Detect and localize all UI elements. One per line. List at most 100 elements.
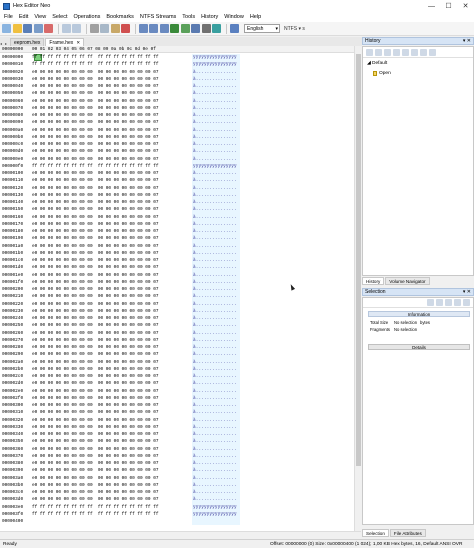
history-undo-icon[interactable] [384, 48, 391, 56]
hex-row[interactable]: 00000240 e0 00 00 00 00 00 00 00 00 00 00… [0, 315, 354, 323]
hex-row[interactable]: 00000120 e0 00 00 00 00 00 00 00 00 00 00… [0, 184, 354, 192]
row-ascii[interactable]: à............... [193, 207, 237, 212]
hex-row[interactable]: 00000140 e0 00 00 00 00 00 00 00 00 00 00… [0, 199, 354, 207]
row-ascii[interactable]: à............... [193, 403, 237, 408]
row-hex-bytes[interactable]: e0 00 00 00 00 00 00 00 00 00 00 00 00 0… [32, 490, 190, 495]
hex-row[interactable]: 000002c0 e0 00 00 00 00 00 00 00 00 00 00… [0, 373, 354, 381]
row-hex-bytes[interactable]: e0 00 00 00 00 00 00 00 00 00 00 00 00 0… [32, 251, 190, 256]
row-hex-bytes[interactable]: e0 00 00 00 00 00 00 00 00 00 00 00 00 0… [32, 258, 190, 263]
row-ascii[interactable]: à............... [193, 113, 237, 118]
hex-row[interactable]: 00000060 e0 00 00 00 00 00 00 00 00 00 00… [0, 97, 354, 105]
row-ascii[interactable]: à............... [193, 490, 237, 495]
hex-row[interactable]: 00000100 e0 00 00 00 00 00 00 00 00 00 00… [0, 170, 354, 178]
hex-row[interactable]: 00000070 e0 00 00 00 00 00 00 00 00 00 00… [0, 104, 354, 112]
select-block-icon[interactable] [180, 24, 190, 33]
row-hex-bytes[interactable]: ff ff ff ff ff ff ff ff ff ff ff ff ff f… [32, 512, 190, 517]
row-ascii[interactable]: à............... [193, 258, 237, 263]
hex-row[interactable]: 000002e0 e0 00 00 00 00 00 00 00 00 00 00… [0, 387, 354, 395]
row-ascii[interactable]: à............... [193, 374, 237, 379]
row-hex-bytes[interactable]: e0 00 00 00 00 00 00 00 00 00 00 00 00 0… [32, 215, 190, 220]
row-ascii[interactable]: à............... [193, 447, 237, 452]
row-hex-bytes[interactable]: e0 00 00 00 00 00 00 00 00 00 00 00 00 0… [32, 316, 190, 321]
undo-icon[interactable] [61, 24, 71, 33]
tab-volume-navigator[interactable]: Volume Navigator [385, 277, 430, 285]
menu-tools[interactable]: Tools [182, 14, 195, 20]
hex-row[interactable]: 00000330 e0 00 00 00 00 00 00 00 00 00 00… [0, 423, 354, 431]
row-hex-bytes[interactable]: e0 00 00 00 00 00 00 00 00 00 00 00 00 0… [32, 236, 190, 241]
hex-row[interactable]: 000000d0 e0 00 00 00 00 00 00 00 00 00 00… [0, 148, 354, 156]
row-hex-bytes[interactable]: e0 00 00 00 00 00 00 00 00 00 00 00 00 0… [32, 367, 190, 372]
hex-row[interactable]: 000001e0 e0 00 00 00 00 00 00 00 00 00 00… [0, 271, 354, 279]
row-ascii[interactable]: à............... [193, 418, 237, 423]
ntfs-streams-dropdown[interactable]: NTFS ▾ s [284, 26, 305, 32]
row-hex-bytes[interactable]: e0 00 00 00 00 00 00 00 00 00 00 00 00 0… [32, 171, 190, 176]
row-ascii[interactable]: à............... [193, 316, 237, 321]
hex-row[interactable]: 00000180 e0 00 00 00 00 00 00 00 00 00 00… [0, 228, 354, 236]
hex-row[interactable]: 00000080 e0 00 00 00 00 00 00 00 00 00 00… [0, 112, 354, 120]
row-hex-bytes[interactable]: e0 00 00 00 00 00 00 00 00 00 00 00 00 0… [32, 331, 190, 336]
row-ascii[interactable]: à............... [193, 193, 237, 198]
history-options-icon[interactable] [429, 48, 436, 56]
hex-row[interactable]: 00000170 e0 00 00 00 00 00 00 00 00 00 00… [0, 220, 354, 228]
hex-row[interactable]: 00000110 e0 00 00 00 00 00 00 00 00 00 00… [0, 177, 354, 185]
row-ascii[interactable]: ÿÿÿÿÿÿÿÿÿÿÿÿÿÿÿÿ [193, 512, 237, 517]
hex-row[interactable]: 00000360 e0 00 00 00 00 00 00 00 00 00 00… [0, 445, 354, 453]
row-hex-bytes[interactable]: e0 00 00 00 00 00 00 00 00 00 00 00 00 0… [32, 294, 190, 299]
row-hex-bytes[interactable]: e0 00 00 00 00 00 00 00 00 00 00 00 00 0… [32, 222, 190, 227]
hex-row[interactable]: 000000e0 e0 00 00 00 00 00 00 00 00 00 00… [0, 155, 354, 163]
history-forward-icon[interactable] [375, 48, 382, 56]
hex-row[interactable]: 00000150 e0 00 00 00 00 00 00 00 00 00 00… [0, 206, 354, 214]
row-ascii[interactable]: à............... [193, 128, 237, 133]
row-hex-bytes[interactable]: e0 00 00 00 00 00 00 00 00 00 00 00 00 0… [32, 186, 190, 191]
row-hex-bytes[interactable]: e0 00 00 00 00 00 00 00 00 00 00 00 00 0… [32, 461, 190, 466]
hex-row[interactable]: 00000390 e0 00 00 00 00 00 00 00 00 00 00… [0, 467, 354, 475]
hex-row[interactable]: 000001c0 e0 00 00 00 00 00 00 00 00 00 00… [0, 257, 354, 265]
hex-row[interactable]: 00000000 ff ff ff ff ff ff ff ff ff ff ff… [0, 54, 354, 62]
row-hex-bytes[interactable]: e0 00 00 00 00 00 00 00 00 00 00 00 00 0… [32, 84, 190, 89]
menu-window[interactable]: Window [224, 14, 244, 20]
tab-file-attributes[interactable]: File Attributes [389, 529, 426, 537]
row-ascii[interactable]: à............... [193, 236, 237, 241]
hex-row[interactable]: 00000320 e0 00 00 00 00 00 00 00 00 00 00… [0, 416, 354, 424]
row-hex-bytes[interactable]: e0 00 00 00 00 00 00 00 00 00 00 00 00 0… [32, 352, 190, 357]
hex-row[interactable]: 00000090 e0 00 00 00 00 00 00 00 00 00 00… [0, 119, 354, 127]
row-ascii[interactable]: à............... [193, 84, 237, 89]
row-ascii[interactable]: à............... [193, 352, 237, 357]
panel-pin-close-icon[interactable]: ▾ ✕ [463, 289, 471, 295]
row-hex-bytes[interactable]: e0 00 00 00 00 00 00 00 00 00 00 00 00 0… [32, 287, 190, 292]
menu-view[interactable]: View [34, 14, 46, 20]
encoding-select[interactable]: English [244, 24, 280, 33]
information-header[interactable]: Information [368, 311, 470, 317]
row-ascii[interactable]: à............... [193, 70, 237, 75]
row-hex-bytes[interactable]: e0 00 00 00 00 00 00 00 00 00 00 00 00 0… [32, 418, 190, 423]
row-hex-bytes[interactable]: e0 00 00 00 00 00 00 00 00 00 00 00 00 0… [32, 302, 190, 307]
bookmark-icon[interactable] [201, 24, 211, 33]
row-ascii[interactable]: ÿÿÿÿÿÿÿÿÿÿÿÿÿÿÿÿ [193, 62, 237, 67]
select-invert-icon[interactable] [436, 299, 443, 306]
row-hex-bytes[interactable]: e0 00 00 00 00 00 00 00 00 00 00 00 00 0… [32, 309, 190, 314]
history-back-icon[interactable] [366, 48, 373, 56]
row-ascii[interactable]: ÿÿÿÿÿÿÿÿÿÿÿÿÿÿÿÿ [193, 505, 237, 510]
hex-row[interactable]: 00000190 e0 00 00 00 00 00 00 00 00 00 00… [0, 235, 354, 243]
row-hex-bytes[interactable]: e0 00 00 00 00 00 00 00 00 00 00 00 00 0… [32, 454, 190, 459]
tab-history[interactable]: History [362, 277, 385, 285]
open-folder-icon[interactable] [12, 24, 22, 33]
history-root-item[interactable]: ◢ Default [367, 61, 387, 66]
row-ascii[interactable]: à............... [193, 461, 237, 466]
hex-row[interactable]: 00000030 e0 00 00 00 00 00 00 00 00 00 00… [0, 75, 354, 83]
row-hex-bytes[interactable]: e0 00 00 00 00 00 00 00 00 00 00 00 00 0… [32, 142, 190, 147]
checksum-icon[interactable] [212, 24, 221, 33]
menu-ntfs-streams[interactable]: NTFS Streams [140, 14, 176, 20]
row-hex-bytes[interactable]: e0 00 00 00 00 00 00 00 00 00 00 00 00 0… [32, 476, 190, 481]
hex-row[interactable]: 00000220 e0 00 00 00 00 00 00 00 00 00 00… [0, 300, 354, 308]
clear-selection-icon[interactable] [454, 299, 461, 306]
vertical-scrollbar[interactable] [354, 46, 361, 531]
details-header[interactable]: Details [368, 344, 470, 350]
hex-row[interactable]: 00000290 e0 00 00 00 00 00 00 00 00 00 00… [0, 351, 354, 359]
row-ascii[interactable]: à............... [193, 302, 237, 307]
hex-row[interactable]: 00000270 e0 00 00 00 00 00 00 00 00 00 00… [0, 336, 354, 344]
selection-options-icon[interactable] [445, 299, 452, 306]
hex-row[interactable]: 000002a0 e0 00 00 00 00 00 00 00 00 00 00… [0, 358, 354, 366]
row-ascii[interactable]: à............... [193, 280, 237, 285]
row-hex-bytes[interactable]: e0 00 00 00 00 00 00 00 00 00 00 00 00 0… [32, 447, 190, 452]
